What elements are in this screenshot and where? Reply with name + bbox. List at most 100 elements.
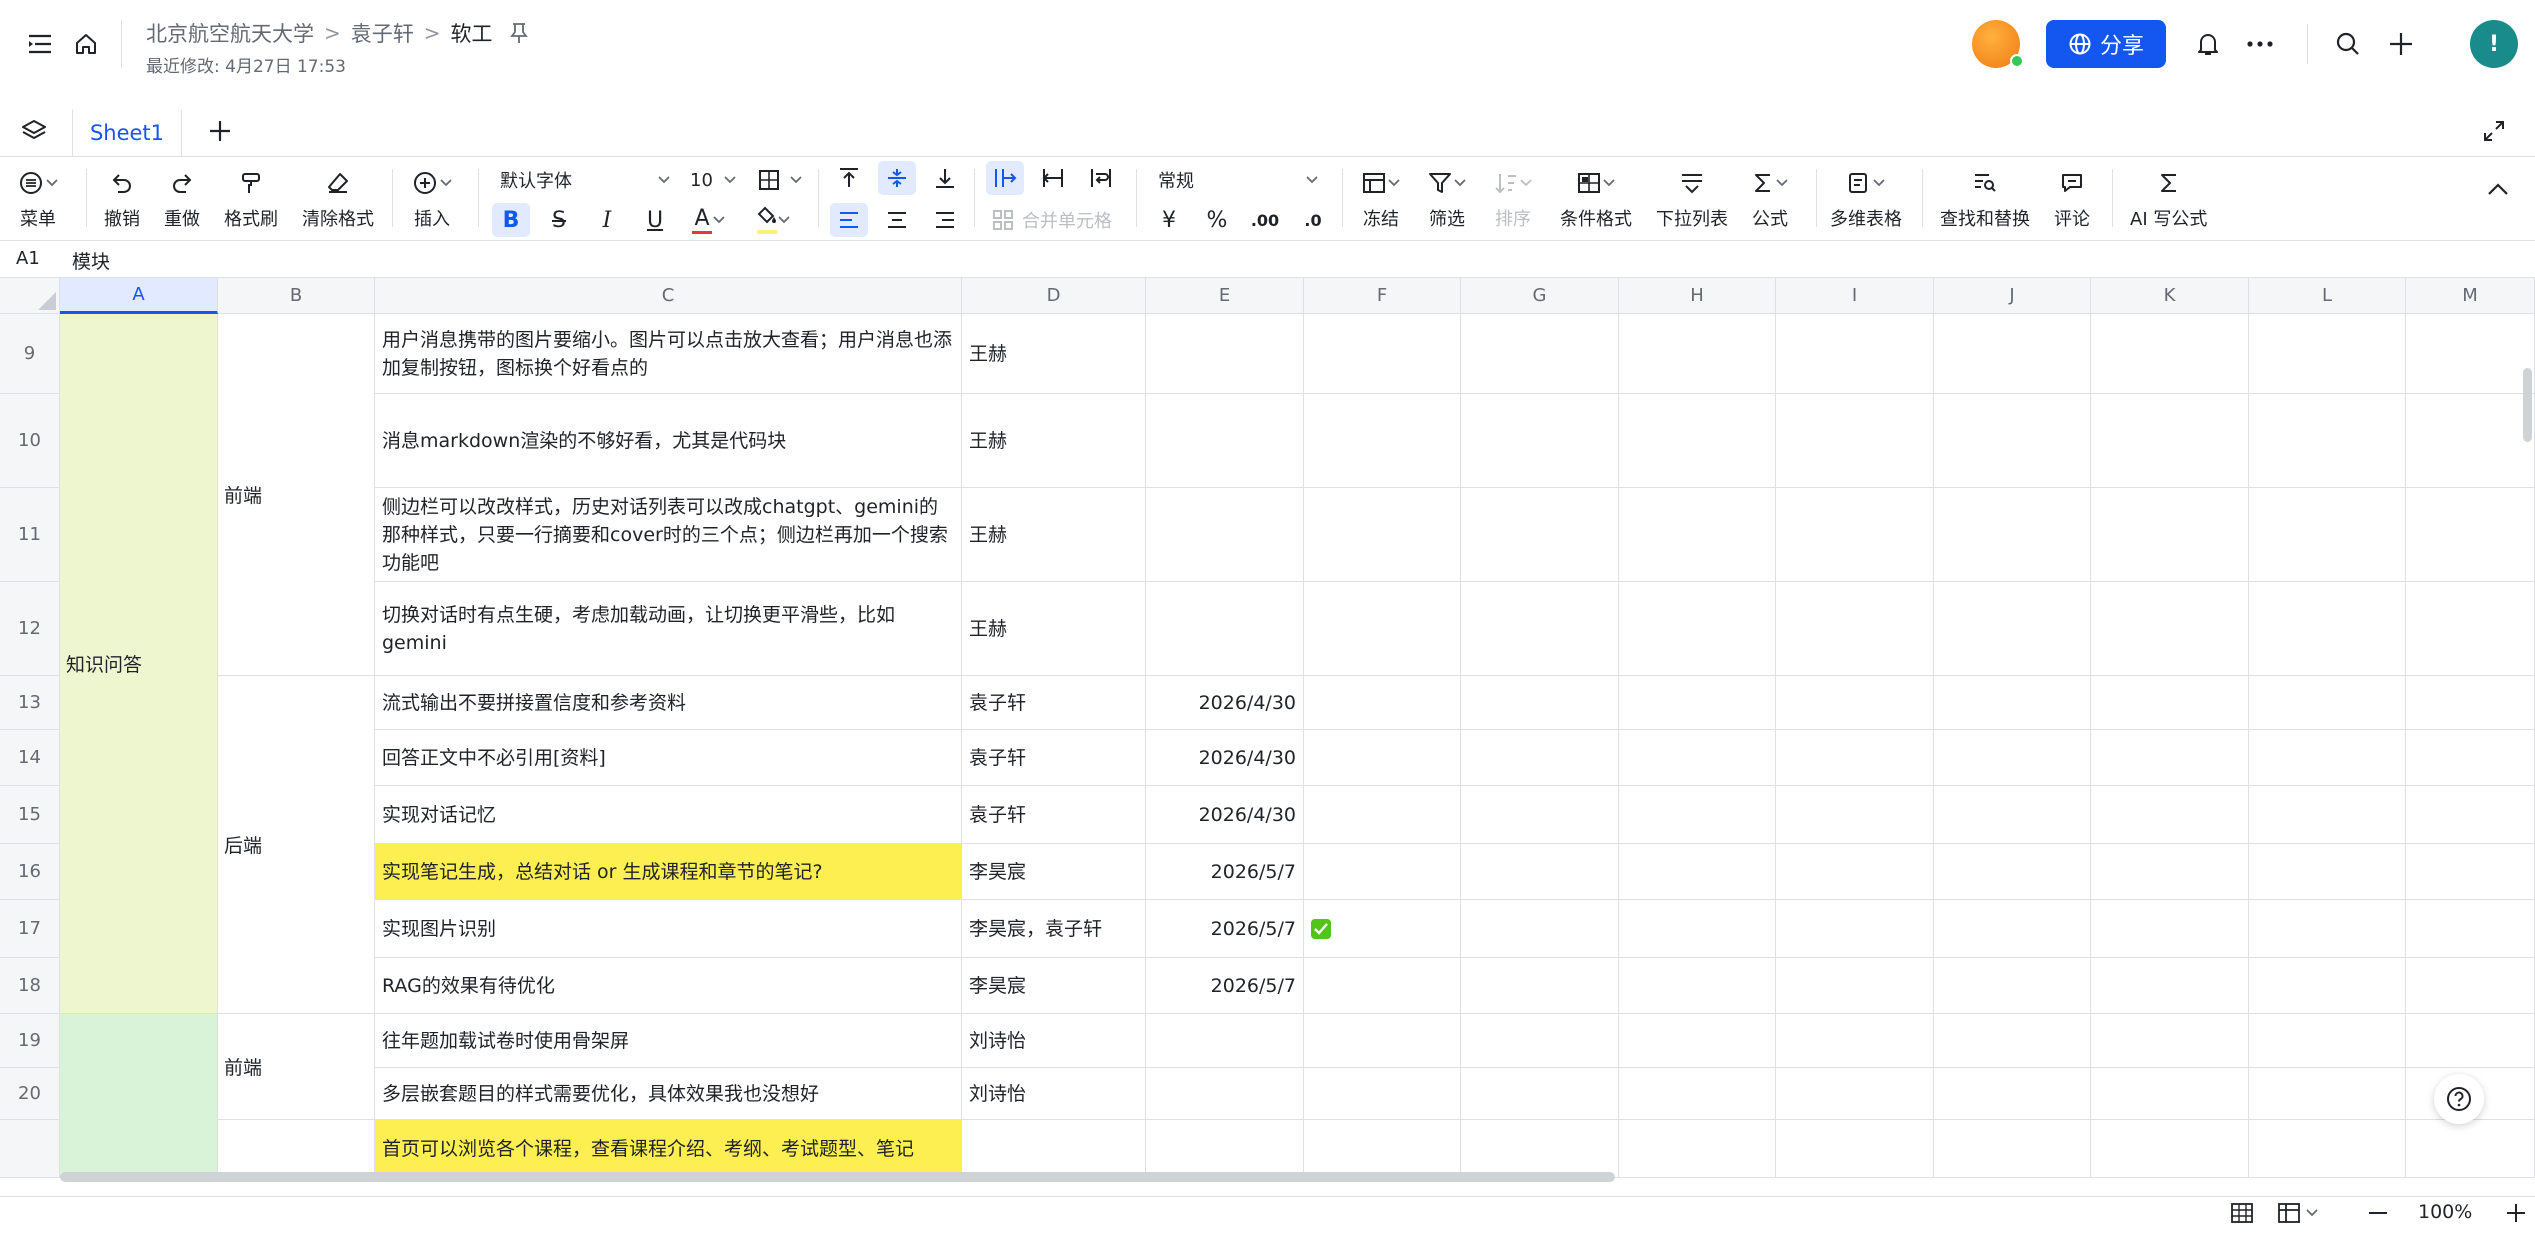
share-button[interactable]: 分享 bbox=[2046, 20, 2166, 68]
status-cell[interactable] bbox=[1304, 582, 1461, 676]
pin-icon[interactable] bbox=[509, 22, 531, 44]
empty-cell[interactable] bbox=[1776, 1068, 1934, 1120]
row-header[interactable]: 16 bbox=[0, 844, 60, 900]
formula-input[interactable]: 模块 bbox=[72, 247, 110, 274]
empty-cell[interactable] bbox=[2249, 730, 2406, 786]
insert-button[interactable]: 插入 bbox=[412, 167, 452, 231]
empty-cell[interactable] bbox=[1934, 488, 2091, 582]
empty-cell[interactable] bbox=[1934, 676, 2091, 730]
merged-cell-layer[interactable] bbox=[218, 1120, 375, 1178]
empty-cell[interactable] bbox=[1619, 1068, 1776, 1120]
empty-cell[interactable] bbox=[2091, 314, 2249, 394]
task-cell[interactable]: 首页可以浏览各个课程，查看课程介绍、考纲、考试题型、笔记 bbox=[375, 1120, 962, 1178]
owner-cell[interactable]: 李昊宸 bbox=[962, 958, 1146, 1014]
empty-cell[interactable] bbox=[2406, 314, 2535, 394]
dropdown-list-button[interactable]: 下拉列表 bbox=[1656, 167, 1728, 231]
empty-cell[interactable] bbox=[1776, 582, 1934, 676]
row-header[interactable] bbox=[0, 1120, 60, 1178]
owner-cell[interactable]: 刘诗怡 bbox=[962, 1014, 1146, 1068]
empty-cell[interactable] bbox=[1619, 676, 1776, 730]
currency-button[interactable]: ¥ bbox=[1150, 203, 1188, 237]
row-header[interactable]: 14 bbox=[0, 730, 60, 786]
merged-cell-layer-frontend[interactable]: 前端 bbox=[218, 314, 375, 676]
task-cell[interactable]: 用户消息携带的图片要缩小。图片可以点击放大查看；用户消息也添加复制按钮，图标换个… bbox=[375, 314, 962, 394]
empty-cell[interactable] bbox=[1776, 1014, 1934, 1068]
help-button[interactable] bbox=[2434, 1074, 2484, 1124]
empty-cell[interactable] bbox=[2249, 900, 2406, 958]
due-date-cell[interactable] bbox=[1146, 1120, 1304, 1178]
empty-cell[interactable] bbox=[1934, 1068, 2091, 1120]
empty-cell[interactable] bbox=[2406, 1120, 2535, 1178]
empty-cell[interactable] bbox=[1934, 958, 2091, 1014]
column-header-h[interactable]: H bbox=[1619, 278, 1776, 314]
task-cell[interactable]: 多层嵌套题目的样式需要优化，具体效果我也没想好 bbox=[375, 1068, 962, 1120]
owner-cell[interactable]: 袁子轩 bbox=[962, 676, 1146, 730]
merged-cell-module[interactable]: 知识问答 bbox=[60, 314, 218, 1014]
freeze-button[interactable]: 冻结 bbox=[1362, 167, 1400, 231]
status-cell[interactable] bbox=[1304, 844, 1461, 900]
column-header-g[interactable]: G bbox=[1461, 278, 1619, 314]
column-header-j[interactable]: J bbox=[1934, 278, 2091, 314]
empty-cell[interactable] bbox=[1776, 394, 1934, 488]
more-icon[interactable] bbox=[2240, 24, 2280, 64]
percent-button[interactable]: % bbox=[1198, 203, 1236, 237]
text-color-button[interactable]: A bbox=[684, 203, 732, 237]
cell-reference[interactable]: A1 bbox=[16, 248, 40, 269]
column-header-d[interactable]: D bbox=[962, 278, 1146, 314]
search-icon[interactable] bbox=[2328, 24, 2368, 64]
empty-cell[interactable] bbox=[1776, 958, 1934, 1014]
formula-button[interactable]: 公式 bbox=[1752, 167, 1788, 231]
empty-cell[interactable] bbox=[2406, 958, 2535, 1014]
empty-cell[interactable] bbox=[2091, 488, 2249, 582]
empty-cell[interactable] bbox=[2091, 730, 2249, 786]
redo-button[interactable]: 重做 bbox=[164, 167, 200, 231]
empty-cell[interactable] bbox=[1619, 582, 1776, 676]
underline-button[interactable]: U bbox=[636, 203, 674, 237]
empty-cell[interactable] bbox=[1776, 730, 1934, 786]
merged-cell-layer-backend[interactable]: 后端 bbox=[218, 676, 375, 1014]
status-cell[interactable] bbox=[1304, 900, 1461, 958]
owner-cell[interactable]: 李昊宸 bbox=[962, 844, 1146, 900]
status-cell[interactable] bbox=[1304, 1120, 1461, 1178]
align-middle-button[interactable] bbox=[878, 161, 916, 195]
status-cell[interactable] bbox=[1304, 1014, 1461, 1068]
empty-cell[interactable] bbox=[2249, 1120, 2406, 1178]
empty-cell[interactable] bbox=[1461, 730, 1619, 786]
empty-cell[interactable] bbox=[1461, 786, 1619, 844]
empty-cell[interactable] bbox=[2249, 394, 2406, 488]
empty-cell[interactable] bbox=[1776, 676, 1934, 730]
due-date-cell[interactable] bbox=[1146, 582, 1304, 676]
empty-cell[interactable] bbox=[1619, 488, 1776, 582]
task-cell[interactable]: 实现图片识别 bbox=[375, 900, 962, 958]
empty-cell[interactable] bbox=[1619, 844, 1776, 900]
align-right-button[interactable] bbox=[926, 203, 964, 237]
empty-cell[interactable] bbox=[2249, 676, 2406, 730]
number-format-select[interactable]: 常规 bbox=[1158, 163, 1318, 197]
column-header-e[interactable]: E bbox=[1146, 278, 1304, 314]
empty-cell[interactable] bbox=[1619, 786, 1776, 844]
row-header[interactable]: 10 bbox=[0, 394, 60, 488]
italic-button[interactable]: I bbox=[588, 203, 626, 237]
empty-cell[interactable] bbox=[1619, 900, 1776, 958]
status-cell[interactable] bbox=[1304, 488, 1461, 582]
column-header-f[interactable]: F bbox=[1304, 278, 1461, 314]
due-date-cell[interactable]: 2026/5/7 bbox=[1146, 844, 1304, 900]
zoom-in-icon[interactable] bbox=[2496, 1193, 2535, 1233]
merged-cell-module-2[interactable] bbox=[60, 1014, 218, 1178]
empty-cell[interactable] bbox=[1776, 786, 1934, 844]
row-header[interactable]: 18 bbox=[0, 958, 60, 1014]
empty-cell[interactable] bbox=[2406, 786, 2535, 844]
empty-cell[interactable] bbox=[2091, 1014, 2249, 1068]
owner-cell[interactable]: 王赫 bbox=[962, 394, 1146, 488]
due-date-cell[interactable]: 2026/5/7 bbox=[1146, 958, 1304, 1014]
column-header-k[interactable]: K bbox=[2091, 278, 2249, 314]
fullscreen-icon[interactable] bbox=[2474, 111, 2514, 151]
comment-button[interactable]: 评论 bbox=[2054, 167, 2090, 231]
empty-cell[interactable] bbox=[1776, 1120, 1934, 1178]
fill-color-button[interactable] bbox=[748, 203, 798, 237]
home-icon[interactable] bbox=[66, 24, 106, 64]
empty-cell[interactable] bbox=[2249, 582, 2406, 676]
column-header-l[interactable]: L bbox=[2249, 278, 2406, 314]
empty-cell[interactable] bbox=[1619, 394, 1776, 488]
add-sheet-icon[interactable] bbox=[200, 111, 240, 151]
